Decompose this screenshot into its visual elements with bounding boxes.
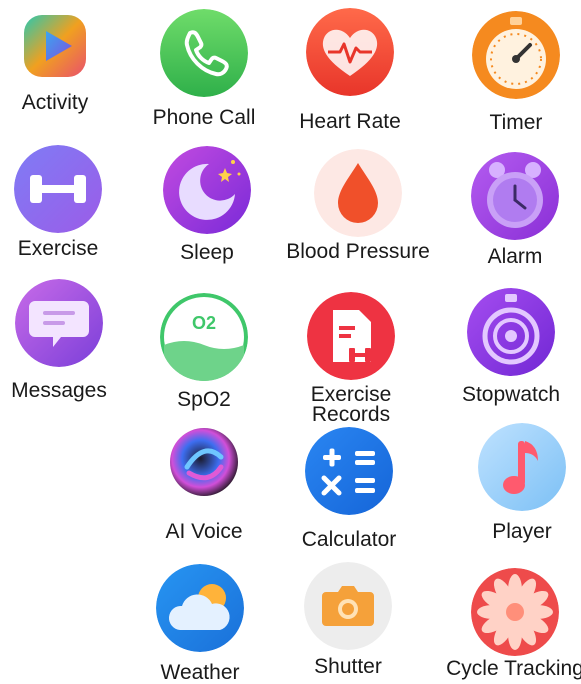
activity-play-icon — [20, 11, 90, 81]
app-label: Stopwatch — [461, 383, 561, 406]
spo2-icon-text: O2 — [192, 313, 216, 333]
flower-icon — [471, 568, 559, 656]
camera-icon — [304, 562, 392, 650]
music-note-icon — [478, 423, 566, 511]
calculator-icon — [305, 427, 393, 515]
app-label: Cycle Tracking — [446, 657, 581, 680]
ai-voice-orb-icon — [169, 427, 239, 497]
timer-icon — [472, 11, 560, 99]
stopwatch-icon — [467, 288, 555, 376]
dumbbell-icon — [14, 145, 102, 233]
app-label: Timer — [489, 111, 543, 134]
message-bubble-icon — [15, 279, 103, 367]
app-label: Calculator — [301, 528, 397, 551]
exercise-record-icon — [307, 292, 395, 380]
alarm-clock-icon — [471, 152, 559, 240]
spo2-icon: O2 — [160, 293, 248, 381]
moon-icon — [163, 146, 251, 234]
app-label: Player — [492, 520, 552, 543]
blood-drop-icon — [314, 149, 402, 237]
weather-cloud-sun-icon — [156, 564, 244, 652]
phone-icon — [160, 9, 248, 97]
app-label: Alarm — [487, 245, 543, 268]
heart-pulse-icon — [306, 8, 394, 96]
